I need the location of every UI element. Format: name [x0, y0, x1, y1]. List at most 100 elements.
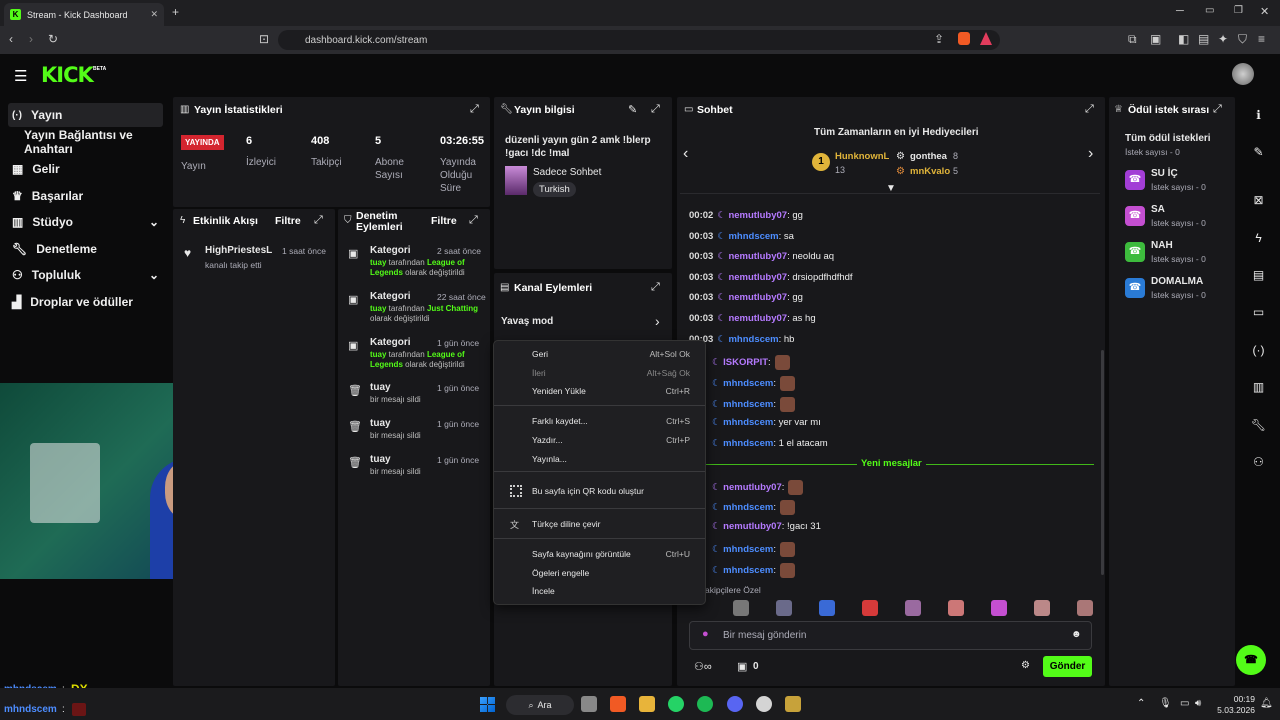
chat-username[interactable]: mhndscem — [728, 231, 778, 242]
screenshot-icon[interactable]: ▣ — [1150, 32, 1161, 46]
edit-icon[interactable]: ✎ — [1248, 141, 1269, 162]
chat-username[interactable]: mhndscem — [723, 378, 773, 389]
menu-icon[interactable]: ≡ — [1258, 32, 1265, 46]
reward-name[interactable]: DOMALMA — [1151, 276, 1203, 287]
reward-name[interactable]: SA — [1151, 204, 1165, 215]
chat-icon[interactable]: ▭ — [1248, 301, 1269, 322]
new-tab-icon[interactable]: + — [172, 5, 179, 19]
network-icon[interactable]: ▭ — [1180, 698, 1189, 709]
app-icon[interactable] — [756, 696, 772, 712]
activity-filter-button[interactable]: Filtre — [275, 215, 301, 227]
chevron-right-icon[interactable]: › — [1088, 145, 1093, 163]
emote-icon[interactable] — [1034, 600, 1050, 616]
vpn-icon[interactable]: ⛉ — [1238, 32, 1247, 47]
expand-icon[interactable]: ⤢ — [651, 281, 660, 294]
rewards-all[interactable]: Tüm ödül istekleri — [1125, 133, 1211, 144]
expand-icon[interactable]: ⤢ — [1213, 103, 1222, 116]
chat-username[interactable]: nemutluby07 — [723, 482, 782, 493]
chat-username[interactable]: mhndscem — [723, 565, 773, 576]
chat-username[interactable]: nemutluby07 — [723, 521, 782, 532]
taskview-icon[interactable] — [581, 696, 597, 712]
reward-name[interactable]: NAH — [1151, 240, 1173, 251]
expand-icon[interactable]: ⤢ — [469, 214, 478, 227]
clock[interactable]: 00:19 5.03.2026 — [1217, 694, 1255, 716]
context-menu-item[interactable]: İncele — [532, 586, 555, 596]
app-icon[interactable] — [785, 696, 801, 712]
stats-icon[interactable]: ▥ — [1248, 376, 1269, 397]
sidebar-item-stream-key[interactable]: Yayın Bağlantısı ve Anahtarı — [20, 128, 170, 156]
context-menu-item[interactable]: Yazdır... — [532, 435, 563, 445]
help-button[interactable]: ☎ — [1236, 645, 1266, 675]
send-button[interactable]: Gönder — [1043, 656, 1092, 677]
emoji-icon[interactable]: ☻ — [1071, 629, 1082, 640]
emote-icon[interactable] — [905, 600, 921, 616]
sidebar-item-gelir[interactable]: ▦ Gelir — [8, 157, 163, 181]
sidebar-item-topluluk[interactable]: ⚇ Topluluk ⌄ — [8, 263, 163, 287]
discord-icon[interactable] — [727, 696, 743, 712]
whatsapp-icon[interactable] — [668, 696, 684, 712]
emote-icon[interactable] — [948, 600, 964, 616]
context-menu-item[interactable]: İleri — [532, 368, 546, 378]
taskbar-search[interactable]: ⌕ Ara — [506, 695, 574, 715]
chat-username[interactable]: mhndscem — [723, 502, 773, 513]
emote-icon[interactable] — [1077, 600, 1093, 616]
gift-icon[interactable]: ▣ — [737, 660, 747, 673]
emote-icon[interactable] — [776, 600, 792, 616]
chat-username[interactable]: ISKORPIT — [723, 357, 768, 368]
restore-icon[interactable]: ❐ — [1234, 5, 1243, 16]
chevron-left-icon[interactable]: ‹ — [683, 145, 688, 163]
tab-close-icon[interactable]: ✕ — [150, 9, 158, 20]
expand-icon[interactable]: ⤢ — [651, 103, 660, 116]
kick-logo[interactable]: KICK — [41, 63, 94, 87]
back-icon[interactable]: ‹ — [9, 32, 13, 46]
context-menu-item[interactable]: Ögeleri engelle — [532, 568, 589, 578]
context-menu-item[interactable]: Bu sayfa için QR kodu oluştur — [532, 486, 644, 496]
broadcast-icon[interactable]: (·) — [1248, 339, 1269, 360]
spotify-icon[interactable] — [697, 696, 713, 712]
settings-icon[interactable]: ⚙ — [1021, 660, 1030, 671]
brave-shield-icon[interactable] — [958, 32, 970, 45]
list-icon[interactable]: ▤ — [1248, 264, 1269, 285]
expand-icon[interactable]: ⤢ — [314, 214, 323, 227]
raid-icon[interactable]: ⊠ — [1248, 189, 1269, 210]
sidebar-item-studyo[interactable]: ▥ Stüdyo ⌄ — [8, 210, 163, 234]
moderation-filter-button[interactable]: Filtre — [431, 215, 457, 227]
wrench-icon[interactable]: 🔧︎ — [1248, 414, 1269, 435]
emote-icon[interactable] — [733, 600, 749, 616]
url-field[interactable]: dashboard.kick.com/stream — [278, 30, 1000, 50]
expand-icon[interactable]: ⤢ — [470, 103, 479, 116]
info-icon[interactable]: ℹ — [1248, 104, 1269, 125]
chat-username[interactable]: mhndscem — [723, 399, 773, 410]
context-menu-item[interactable]: Türkçe diline çevir — [532, 519, 601, 529]
maximize-icon[interactable]: ▭ — [1205, 5, 1214, 16]
notification-icon[interactable]: 🔔︎ — [1260, 698, 1273, 709]
sidebar-item-denetleme[interactable]: 🔧︎ Denetleme — [8, 237, 163, 261]
avatar[interactable] — [1232, 63, 1254, 85]
hamburger-icon[interactable]: ☰ — [14, 67, 27, 85]
chat-username[interactable]: mhndscem — [723, 438, 773, 449]
sidebar-item-droplar[interactable]: ▟ Droplar ve ödüller — [8, 290, 163, 314]
chat-username[interactable]: mhndscem — [723, 544, 773, 555]
chat-username[interactable]: nemutluby07 — [728, 272, 787, 283]
chat-username[interactable]: nemutluby07 — [728, 313, 787, 324]
chat-scrollbar[interactable] — [1101, 350, 1104, 575]
sidebar-item-yayin[interactable]: (·) Yayın — [8, 103, 163, 127]
tray-chevron-icon[interactable]: ⌃ — [1137, 698, 1145, 709]
chat-username[interactable]: nemutluby07 — [728, 292, 787, 303]
bolt-icon[interactable]: ϟ — [1248, 227, 1269, 248]
context-menu-item[interactable]: Farklı kaydet... — [532, 416, 588, 426]
chat-username[interactable]: mhndscem — [728, 334, 778, 345]
community-icon[interactable]: ⚇∞ — [694, 660, 712, 673]
bookmark-icon[interactable]: ⊡ — [259, 32, 269, 46]
reload-icon[interactable]: ↻ — [48, 32, 58, 46]
chat-username[interactable]: nemutluby07 — [728, 210, 787, 221]
context-menu-item[interactable]: Yeniden Yükle — [532, 386, 586, 396]
forward-icon[interactable]: › — [29, 32, 33, 46]
explorer-icon[interactable] — [639, 696, 655, 712]
community-icon[interactable]: ⚇ — [1248, 451, 1269, 472]
emote-icon[interactable] — [819, 600, 835, 616]
context-menu-item[interactable]: Yayınla... — [532, 454, 567, 464]
minimize-icon[interactable]: ─ — [1176, 5, 1184, 17]
wallet-icon[interactable]: ▤ — [1198, 32, 1209, 46]
emote-icon[interactable] — [862, 600, 878, 616]
